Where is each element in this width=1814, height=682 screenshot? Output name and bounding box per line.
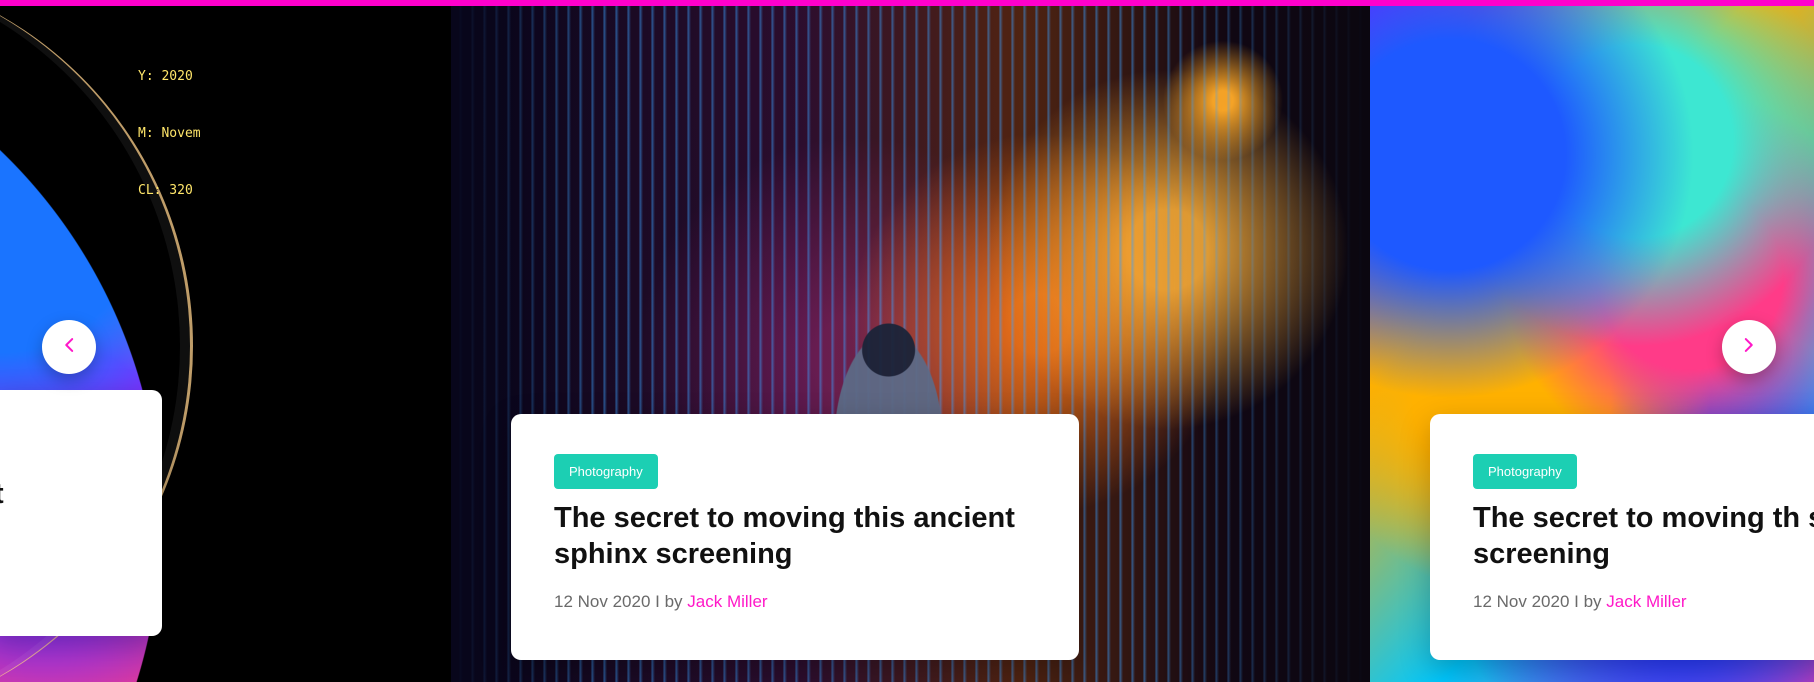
post-meta: 12 Nov 2020 I by Jack Miller xyxy=(554,590,768,614)
carousel-prev-button[interactable] xyxy=(42,320,96,374)
top-accent-bar xyxy=(0,0,1814,6)
debug-overlay: Y: 2020 M: Novem CL: 320 xyxy=(138,29,201,219)
post-by: I by xyxy=(655,592,683,611)
post-title[interactable]: The secret to moving th sphinx screening xyxy=(1473,500,1814,572)
post-author-link[interactable]: Jack Miller xyxy=(1606,592,1686,611)
post-title[interactable]: The secret to moving this ancient sphinx… xyxy=(554,500,1054,572)
carousel-next-button[interactable] xyxy=(1722,320,1776,374)
chevron-right-icon xyxy=(1738,334,1760,361)
post-card-center[interactable]: Photography The secret to moving this an… xyxy=(511,414,1079,660)
post-by: I by xyxy=(1574,592,1602,611)
category-tag[interactable]: Photography xyxy=(1473,454,1577,489)
chevron-left-icon xyxy=(58,334,80,361)
post-author-link[interactable]: Jack Miller xyxy=(687,592,767,611)
post-meta: 12 Nov 2020 I by Jack Miller xyxy=(1473,590,1687,614)
post-title[interactable]: s ancient xyxy=(0,476,138,512)
post-card-right[interactable]: Photography The secret to moving th sphi… xyxy=(1430,414,1814,660)
post-card-left[interactable]: s ancient xyxy=(0,390,162,636)
overlay-line-month: M: Novem xyxy=(138,126,201,141)
category-tag[interactable]: Photography xyxy=(554,454,658,489)
overlay-line-year: Y: 2020 xyxy=(138,69,193,84)
overlay-line-count: CL: 320 xyxy=(138,183,193,198)
post-date: 12 Nov 2020 xyxy=(1473,592,1570,611)
post-date: 12 Nov 2020 xyxy=(554,592,651,611)
